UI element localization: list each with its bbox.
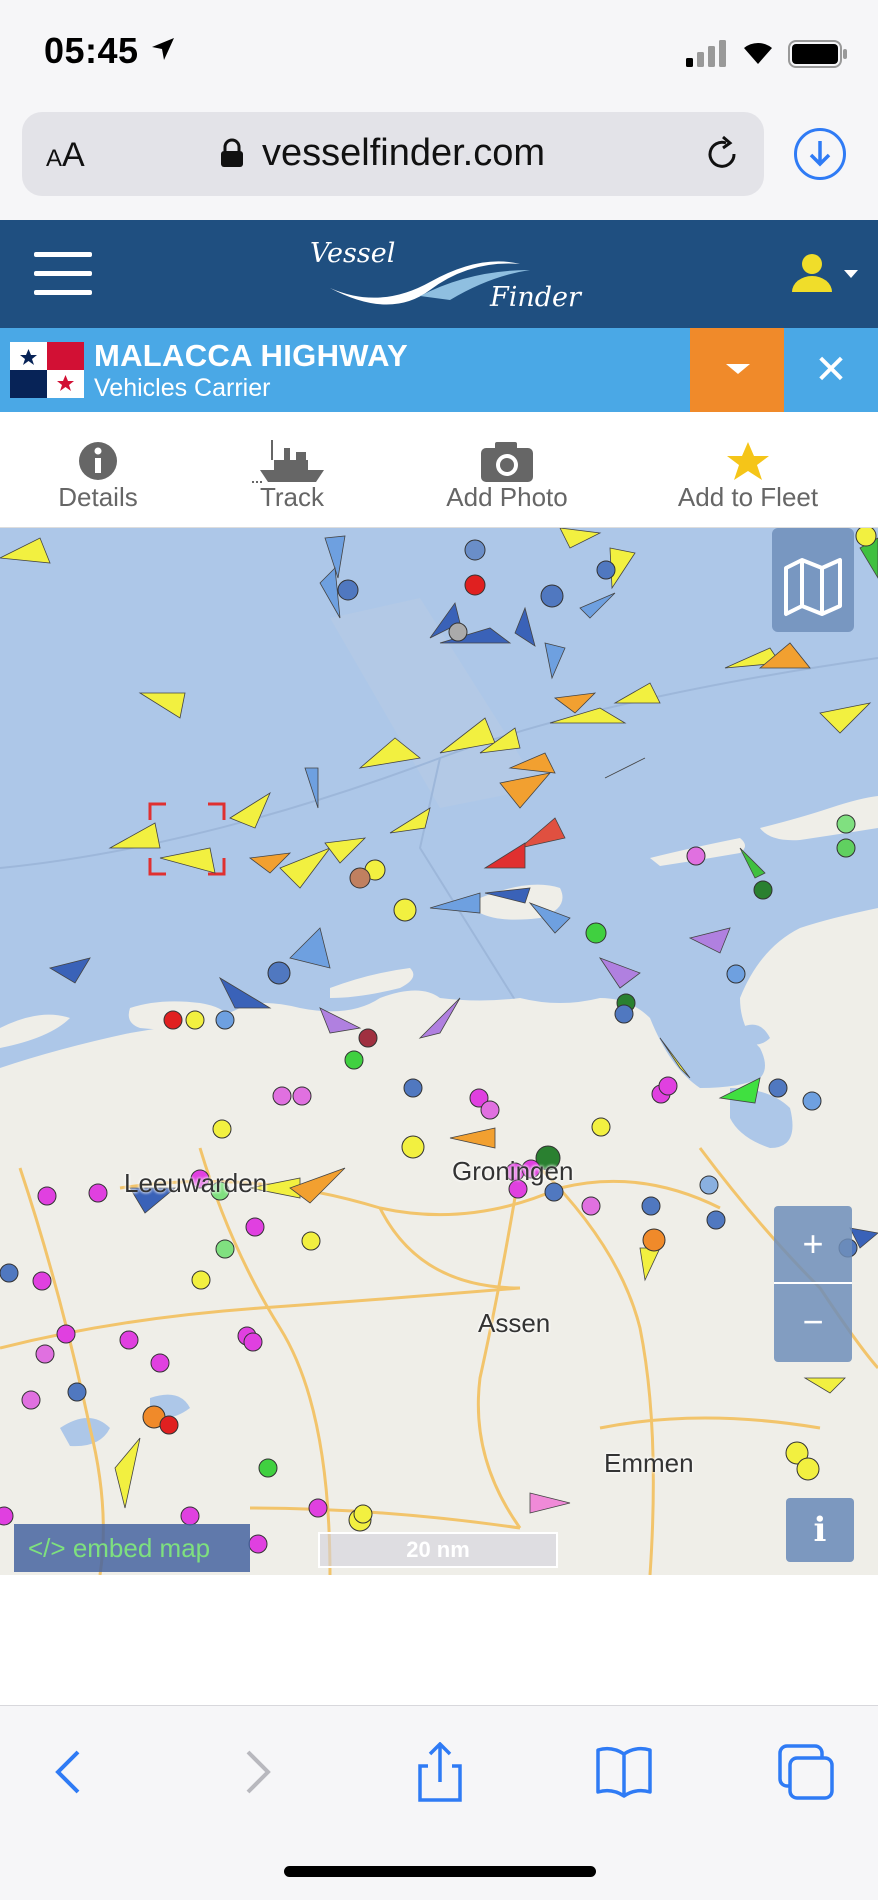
- vessel-action-bar: Details Track Add Photo Add to Fleet: [0, 412, 878, 528]
- map-layers-button[interactable]: [772, 528, 854, 632]
- bookmarks-icon[interactable]: [584, 1742, 664, 1802]
- vesselfinder-logo[interactable]: Vessel Finder: [300, 230, 590, 322]
- status-bar: 05:45: [0, 0, 878, 106]
- zoom-in-button[interactable]: +: [774, 1206, 852, 1284]
- add-photo-button[interactable]: Add Photo: [407, 412, 607, 528]
- ship-icon: [252, 440, 324, 483]
- city-label-groningen: Groningen: [452, 1156, 574, 1186]
- download-icon[interactable]: [794, 128, 846, 180]
- star-icon: [727, 442, 769, 480]
- url-text[interactable]: vesselfinder.com: [262, 132, 545, 175]
- city-label-leeuwarden: Leeuwarden: [124, 1168, 268, 1198]
- add-to-fleet-button[interactable]: Add to Fleet: [648, 412, 848, 528]
- map-canvas[interactable]: [0, 528, 878, 1575]
- status-time: 05:45: [44, 30, 139, 71]
- track-button[interactable]: Track: [192, 412, 392, 528]
- site-header: Vessel Finder: [0, 220, 878, 328]
- location-arrow-icon: [152, 38, 174, 60]
- details-label: Details: [58, 482, 138, 512]
- panama-flag-icon: [10, 342, 84, 398]
- wifi-icon: [744, 42, 772, 64]
- logo-text-top: Vessel: [310, 238, 396, 269]
- battery-icon: [788, 40, 847, 68]
- map-book-icon: [784, 558, 842, 616]
- zoom-out-button[interactable]: −: [774, 1284, 852, 1362]
- add-photo-label: Add Photo: [446, 482, 568, 512]
- vessel-dropdown-button[interactable]: [690, 328, 784, 412]
- info-icon: [79, 442, 117, 480]
- cellular-signal-icon: [686, 40, 726, 67]
- vessel-banner: MALACCA HIGHWAY Vehicles Carrier ✕: [0, 328, 878, 412]
- vessel-type: Vehicles Carrier: [94, 374, 271, 402]
- track-label: Track: [259, 482, 325, 512]
- lock-icon: [221, 138, 243, 167]
- share-icon[interactable]: [400, 1742, 480, 1802]
- reload-icon[interactable]: [702, 134, 742, 174]
- map-info-button[interactable]: i: [786, 1498, 854, 1562]
- forward-icon[interactable]: [214, 1742, 294, 1802]
- page-blank-area: [0, 1575, 878, 1705]
- add-to-fleet-label: Add to Fleet: [677, 482, 819, 512]
- reader-settings-button[interactable]: AA: [46, 136, 85, 175]
- tabs-icon[interactable]: [766, 1742, 846, 1802]
- camera-icon: [481, 442, 533, 482]
- close-vessel-button[interactable]: ✕: [784, 328, 878, 412]
- home-indicator[interactable]: [284, 1866, 596, 1877]
- vessel-map[interactable]: Leeuwarden Groningen Assen Emmen + − i <…: [0, 528, 878, 1575]
- details-button[interactable]: Details: [0, 412, 198, 528]
- address-bar[interactable]: AA vesselfinder.com: [22, 112, 764, 196]
- city-label-emmen: Emmen: [604, 1448, 694, 1478]
- vessel-name: MALACCA HIGHWAY: [94, 338, 408, 373]
- map-scale-bar: 20 nm: [318, 1532, 558, 1568]
- embed-map-button[interactable]: </> embed map: [14, 1524, 250, 1572]
- back-icon[interactable]: [32, 1742, 112, 1802]
- menu-icon[interactable]: [34, 252, 92, 296]
- city-label-assen: Assen: [478, 1308, 551, 1338]
- user-account-icon[interactable]: [790, 250, 862, 298]
- zoom-controls: + −: [774, 1206, 852, 1362]
- logo-text-bottom: Finder: [490, 282, 581, 313]
